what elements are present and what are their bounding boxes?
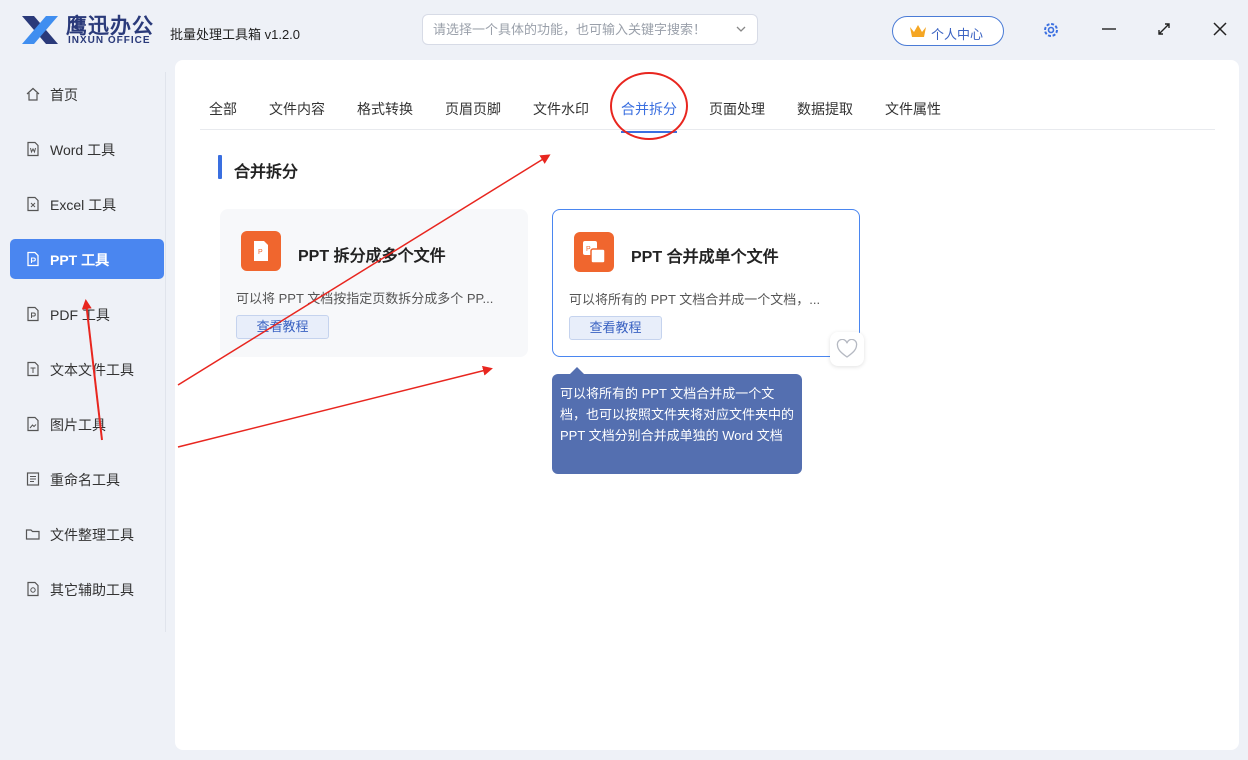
- brand-name-en: INXUN OFFICE: [68, 35, 151, 46]
- sidebar-item-label: Excel 工具: [50, 197, 117, 213]
- sidebar-item-organize[interactable]: 文件整理工具: [10, 514, 164, 554]
- sidebar-item-label: PPT 工具: [50, 252, 110, 268]
- misc-tools-icon: [27, 581, 39, 597]
- pdf-file-icon: [27, 306, 39, 322]
- minimize-icon[interactable]: [1098, 18, 1120, 40]
- image-file-icon: [27, 416, 39, 432]
- favorite-button[interactable]: [830, 332, 864, 366]
- tab-all[interactable]: 全部: [209, 99, 237, 119]
- tab-page-process[interactable]: 页面处理: [709, 99, 765, 119]
- card-tooltip: 可以将所有的 PPT 文档合并成一个文档，也可以按照文件夹将对应文件夹中的 PP…: [552, 367, 802, 474]
- chevron-down-icon[interactable]: [735, 23, 747, 35]
- svg-text:P: P: [258, 249, 263, 256]
- sidebar-item-label: 图片工具: [50, 417, 106, 433]
- sidebar-item-label: 文本文件工具: [50, 362, 134, 378]
- ppt-merge-icon: P: [574, 232, 614, 272]
- heart-icon: [836, 339, 858, 358]
- excel-file-icon: [27, 196, 39, 212]
- tool-card-ppt-merge[interactable]: P PPT 合并成单个文件 可以将所有的 PPT 文档合并成一个文档，... 查…: [552, 209, 860, 357]
- sidebar-item-rename[interactable]: 重命名工具: [10, 459, 164, 499]
- card-description: 可以将所有的 PPT 文档合并成一个文档，...: [569, 292, 821, 307]
- sidebar-item-home[interactable]: 首页: [10, 74, 164, 114]
- sidebar-item-label: 首页: [50, 87, 78, 103]
- card-title: PPT 合并成单个文件: [631, 249, 779, 266]
- card-title: PPT 拆分成多个文件: [298, 248, 446, 265]
- sidebar: 首页 Word 工具 Excel 工具 PPT 工具 PDF 工具 文本文件工具…: [0, 60, 168, 760]
- sidebar-item-excel[interactable]: Excel 工具: [10, 184, 164, 224]
- app-title: 批量处理工具箱 v1.2.0: [170, 27, 301, 42]
- maximize-icon[interactable]: [1153, 18, 1175, 40]
- sidebar-item-pdf[interactable]: PDF 工具: [10, 294, 164, 334]
- sidebar-item-label: 文件整理工具: [50, 527, 134, 543]
- annotation-circle: [610, 72, 688, 140]
- search-input[interactable]: [433, 15, 723, 44]
- tab-file-content[interactable]: 文件内容: [269, 99, 325, 119]
- rename-icon: [26, 472, 40, 486]
- title-bar: 鹰迅办公 INXUN OFFICE 批量处理工具箱 v1.2.0 个人中心: [0, 0, 1248, 60]
- tab-format-convert[interactable]: 格式转换: [357, 99, 413, 119]
- tab-header-footer[interactable]: 页眉页脚: [445, 99, 501, 119]
- user-center-label: 个人中心: [931, 27, 984, 42]
- tool-card-ppt-split[interactable]: P PPT 拆分成多个文件 可以将 PPT 文档按指定页数拆分成多个 PP...…: [220, 209, 528, 357]
- close-icon[interactable]: [1209, 18, 1231, 40]
- sidebar-item-misc[interactable]: 其它辅助工具: [10, 569, 164, 609]
- sidebar-item-image[interactable]: 图片工具: [10, 404, 164, 444]
- folder-icon: [25, 529, 40, 540]
- sidebar-item-label: PDF 工具: [50, 307, 110, 323]
- sidebar-divider: [165, 72, 166, 632]
- word-file-icon: [27, 141, 39, 157]
- sidebar-item-text[interactable]: 文本文件工具: [10, 349, 164, 389]
- text-file-icon: [27, 361, 39, 377]
- sidebar-item-label: 重命名工具: [50, 472, 120, 488]
- user-center-button[interactable]: 个人中心: [892, 16, 1004, 46]
- main-panel: 全部 文件内容 格式转换 页眉页脚 文件水印 合并拆分 页面处理 数据提取 文件…: [175, 60, 1239, 750]
- sidebar-item-label: 其它辅助工具: [50, 582, 134, 598]
- tab-watermark[interactable]: 文件水印: [533, 99, 589, 119]
- sidebar-item-label: Word 工具: [50, 142, 116, 158]
- section-marker: [218, 155, 222, 179]
- tutorial-button[interactable]: 查看教程: [236, 315, 329, 339]
- sidebar-item-word[interactable]: Word 工具: [10, 129, 164, 169]
- logo-icon: [22, 16, 58, 44]
- svg-text:P: P: [586, 246, 591, 253]
- sidebar-item-ppt[interactable]: PPT 工具: [10, 239, 164, 279]
- ppt-file-icon: [27, 251, 39, 267]
- tab-data-extract[interactable]: 数据提取: [797, 99, 853, 119]
- crown-icon: [910, 25, 926, 37]
- ppt-split-icon: P: [241, 231, 281, 271]
- category-tabs: 全部 文件内容 格式转换 页眉页脚 文件水印 合并拆分 页面处理 数据提取 文件…: [200, 96, 1215, 133]
- tutorial-button[interactable]: 查看教程: [569, 316, 662, 340]
- section-title: 合并拆分: [234, 164, 299, 181]
- search-box[interactable]: [422, 14, 758, 45]
- home-icon: [26, 87, 40, 101]
- tab-file-properties[interactable]: 文件属性: [885, 99, 941, 119]
- gear-icon[interactable]: [1042, 21, 1060, 39]
- card-description: 可以将 PPT 文档按指定页数拆分成多个 PP...: [236, 291, 494, 306]
